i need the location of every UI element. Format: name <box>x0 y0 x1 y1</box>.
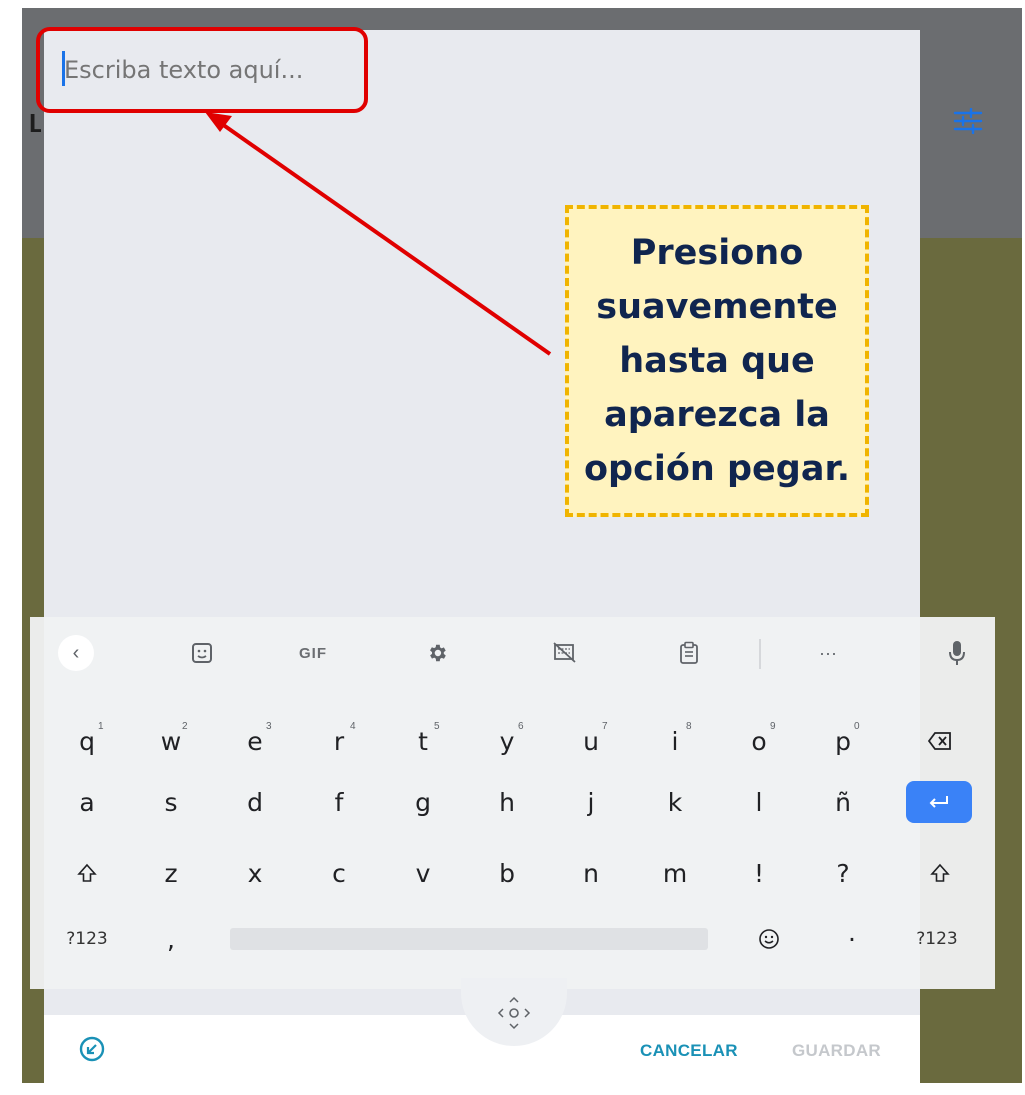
key-p[interactable]: p0 <box>808 711 878 771</box>
key-y[interactable]: y6 <box>472 711 542 771</box>
key-f[interactable]: f <box>304 772 374 832</box>
key-u[interactable]: u7 <box>556 711 626 771</box>
enter-key[interactable] <box>906 781 972 823</box>
space-bar[interactable] <box>230 928 708 950</box>
keyboard-row-3: z x c v b n m ! ? <box>30 843 995 903</box>
key-n[interactable]: n <box>556 843 626 903</box>
key-j[interactable]: j <box>556 772 626 832</box>
enter-icon <box>929 796 948 808</box>
sticker-icon[interactable] <box>184 635 220 671</box>
toolbar-divider <box>759 639 761 669</box>
callout-text: Presiono suavemente hasta que aparezca l… <box>583 233 851 489</box>
key-v[interactable]: v <box>388 843 458 903</box>
collapse-icon[interactable] <box>79 1036 105 1062</box>
key-z[interactable]: z <box>136 843 206 903</box>
emoji-icon[interactable] <box>734 909 804 969</box>
keyboard-toolbar: ‹ GIF ··· <box>30 617 995 689</box>
gif-icon[interactable]: GIF <box>283 635 343 671</box>
page-bottom-margin <box>22 1083 1022 1095</box>
key-m[interactable]: m <box>640 843 710 903</box>
key-comma[interactable]: , <box>136 909 206 969</box>
symbols-key-right[interactable]: ?123 <box>902 909 972 969</box>
key-k[interactable]: k <box>640 772 710 832</box>
key-a[interactable]: a <box>52 772 122 832</box>
key-exclamation[interactable]: ! <box>724 843 794 903</box>
key-e[interactable]: e3 <box>220 711 290 771</box>
key-i[interactable]: i8 <box>640 711 710 771</box>
key-question[interactable]: ? <box>808 843 878 903</box>
instruction-callout: Presiono suavemente hasta que aparezca l… <box>565 205 869 517</box>
key-s[interactable]: s <box>136 772 206 832</box>
key-d[interactable]: d <box>220 772 290 832</box>
key-h[interactable]: h <box>472 772 542 832</box>
chevron-left-icon[interactable]: ‹ <box>58 635 94 671</box>
more-icon[interactable]: ··· <box>808 635 848 671</box>
key-n-tilde[interactable]: ñ <box>808 772 878 832</box>
microphone-icon[interactable] <box>939 635 975 671</box>
key-o[interactable]: o9 <box>724 711 794 771</box>
virtual-keyboard: ‹ GIF ··· q1 w2 e3 r4 t5 y6 u7 i8 o9 p0 <box>30 617 995 989</box>
shift-right-icon[interactable] <box>905 843 975 903</box>
keyboard-row-2: a s d f g h j k l ñ <box>30 772 995 832</box>
key-r[interactable]: r4 <box>304 711 374 771</box>
keyboard-row-1: q1 w2 e3 r4 t5 y6 u7 i8 o9 p0 <box>30 711 995 771</box>
move-icon <box>497 996 531 1030</box>
key-period[interactable]: · <box>817 909 887 969</box>
clipboard-icon[interactable] <box>671 635 707 671</box>
symbols-key-left[interactable]: ?123 <box>52 909 122 969</box>
key-c[interactable]: c <box>304 843 374 903</box>
shift-left-icon[interactable] <box>52 843 122 903</box>
key-l[interactable]: l <box>724 772 794 832</box>
key-t[interactable]: t5 <box>388 711 458 771</box>
backspace-icon[interactable] <box>905 711 975 771</box>
save-button[interactable]: GUARDAR <box>792 1041 881 1061</box>
key-q[interactable]: q1 <box>52 711 122 771</box>
cancel-button[interactable]: CANCELAR <box>640 1041 738 1061</box>
key-b[interactable]: b <box>472 843 542 903</box>
key-w[interactable]: w2 <box>136 711 206 771</box>
keyboard-resize-icon[interactable] <box>547 635 583 671</box>
key-x[interactable]: x <box>220 843 290 903</box>
key-g[interactable]: g <box>388 772 458 832</box>
gear-icon[interactable] <box>419 635 455 671</box>
